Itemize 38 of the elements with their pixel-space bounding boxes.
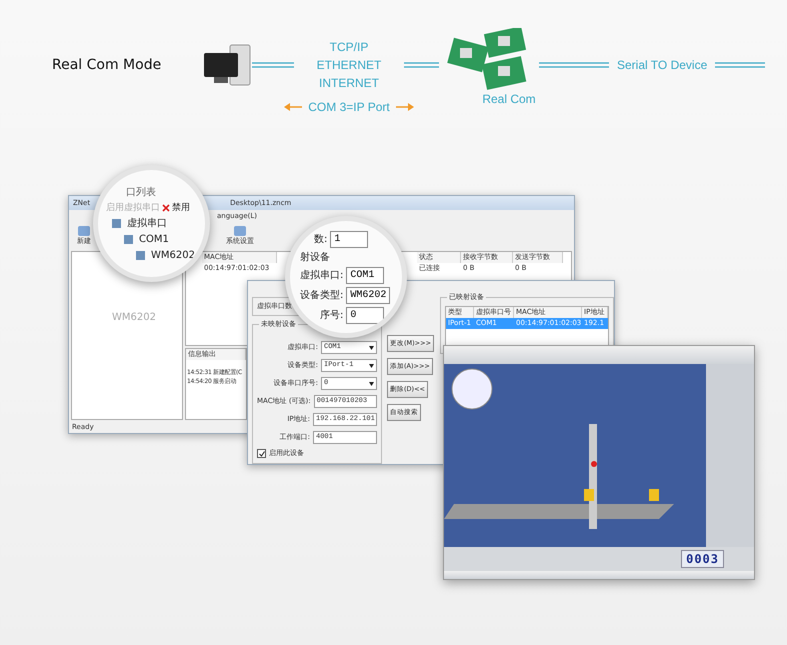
arrow-icon [396, 103, 414, 111]
close-icon [162, 204, 170, 212]
tree-node-icon [136, 250, 145, 260]
tree-item[interactable]: COM1 [139, 232, 169, 246]
network-label: INTERNET [319, 76, 379, 90]
mode-title: Real Com Mode [52, 57, 162, 73]
serial-label: Serial TO Device [617, 58, 708, 72]
link-lines-icon [252, 61, 294, 69]
port-mapping-label: COM 3=IP Port [308, 100, 390, 114]
toolbar-icon[interactable] [78, 226, 90, 236]
panel-title: 口列表 [126, 186, 157, 198]
section-title: 射设备 [300, 250, 331, 264]
tree-node-icon [124, 234, 133, 244]
network-label: TCP/IP [330, 40, 368, 54]
link-lines-icon [715, 61, 766, 69]
checkbox[interactable] [257, 449, 266, 458]
tree-item[interactable]: 虚拟串口 [127, 216, 167, 230]
field-label: 设备类型: [300, 288, 344, 302]
caret-icon [369, 364, 374, 368]
input-field[interactable]: COM1 [346, 266, 384, 284]
field-label: 数: [314, 232, 328, 246]
module-label: Real Com [482, 92, 536, 106]
input-field[interactable]: 0 [346, 306, 384, 324]
toolbar-icon[interactable] [234, 226, 246, 236]
counter-display: 0003 [681, 550, 724, 568]
desktop-computer-icon [202, 43, 252, 87]
caret-icon [369, 382, 374, 386]
network-label: ETHERNET [316, 58, 382, 72]
tree-node-icon [112, 218, 121, 228]
arrow-icon [284, 103, 302, 111]
input-field[interactable]: WM6202 [346, 286, 390, 304]
dropdown-field[interactable]: 1 [330, 230, 368, 248]
link-lines-icon [539, 61, 609, 69]
tree-item[interactable]: WM6202 [151, 248, 195, 262]
field-label: 虚拟串口: [300, 268, 344, 282]
field-label: 序号: [320, 308, 344, 322]
link-lines-icon [404, 61, 439, 69]
toolbar-button[interactable]: 禁用 [172, 202, 190, 214]
